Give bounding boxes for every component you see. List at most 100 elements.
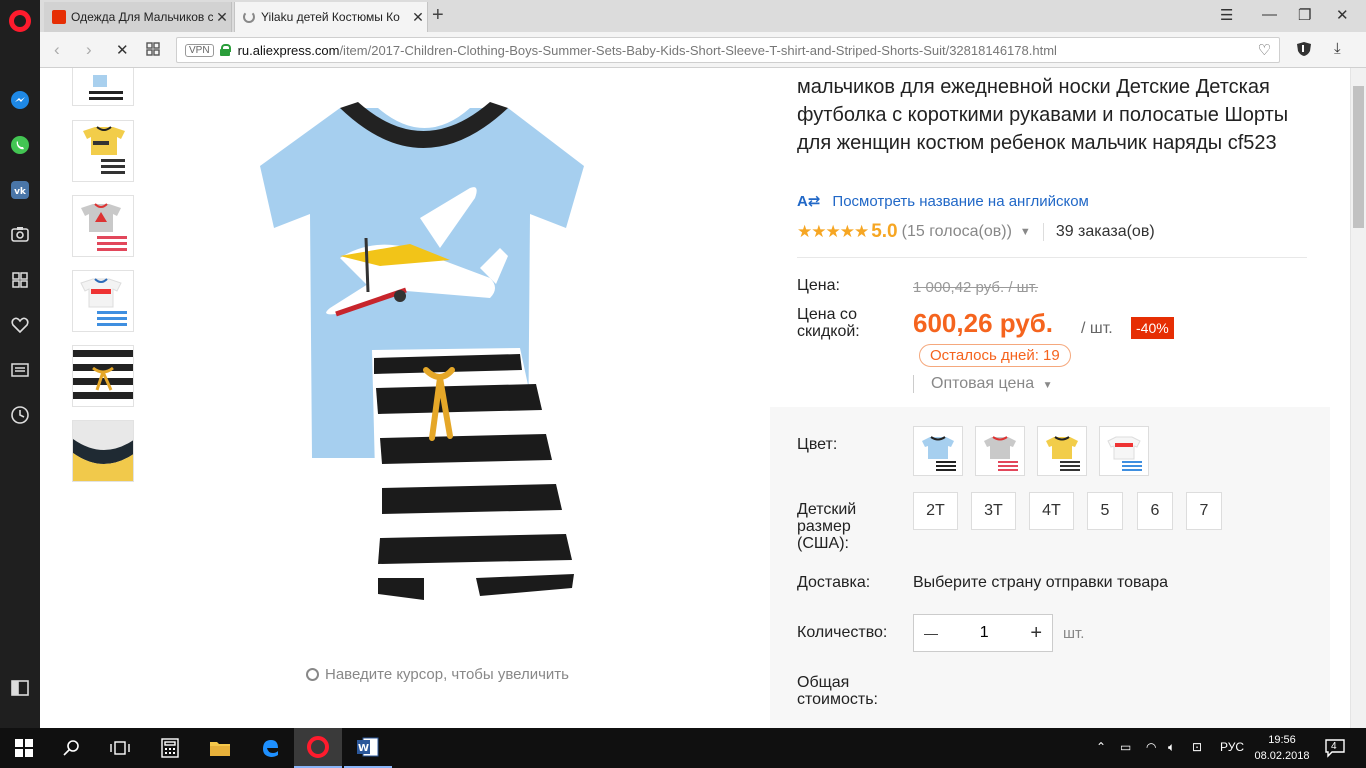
- main-product-image[interactable]: [190, 88, 710, 608]
- product-title: мальчиков для ежедневной носки Детские Д…: [797, 76, 1289, 154]
- rating-row: ★★★★★ 5.0 (15 голоса(ов)) ▼ 39 заказа(ов…: [797, 221, 1155, 243]
- sidebar-toggle-icon[interactable]: [8, 676, 32, 700]
- rating-votes[interactable]: (15 голоса(ов)): [902, 223, 1012, 241]
- edge-icon[interactable]: [246, 728, 294, 768]
- tray-chevron-up-icon[interactable]: ⌃: [1096, 740, 1106, 754]
- heart-icon[interactable]: [8, 313, 32, 337]
- chevron-down-icon[interactable]: ▼: [1020, 226, 1031, 238]
- size-option[interactable]: 2T: [913, 492, 958, 530]
- svg-text:vk: vk: [14, 187, 27, 197]
- opera-icon[interactable]: [9, 10, 31, 32]
- vpn-badge[interactable]: VPN: [185, 43, 214, 57]
- orders-count: 39 заказа(ов): [1042, 223, 1155, 241]
- new-tab-icon[interactable]: +: [432, 4, 444, 27]
- quantity-minus-button[interactable]: —: [924, 625, 938, 641]
- size-option[interactable]: 7: [1186, 492, 1222, 530]
- page-scrollbar[interactable]: [1350, 68, 1366, 728]
- tray-device-icon[interactable]: ▭: [1120, 740, 1131, 754]
- quantity-stepper[interactable]: — 1 +: [913, 614, 1053, 652]
- whatsapp-icon[interactable]: [8, 133, 32, 157]
- rating-value: 5.0: [871, 221, 898, 242]
- discount-price: 600,26 руб.: [913, 308, 1054, 338]
- color-label: Цвет:: [797, 436, 838, 453]
- word-icon-label: W: [358, 743, 369, 754]
- forward-icon[interactable]: ›: [86, 40, 92, 60]
- tab-menu-icon[interactable]: ☰: [1220, 6, 1233, 24]
- search-icon[interactable]: [48, 728, 96, 768]
- file-explorer-icon[interactable]: [196, 728, 244, 768]
- clock[interactable]: 19:56 08.02.2018: [1252, 732, 1312, 764]
- quantity-plus-button[interactable]: +: [1030, 622, 1042, 645]
- old-price: 1 000,42 руб. / шт.: [913, 279, 1039, 296]
- zoom-hint: Наведите курсор, чтобы увеличить: [306, 666, 569, 683]
- calculator-icon[interactable]: [146, 728, 194, 768]
- size-option[interactable]: 3T: [971, 492, 1016, 530]
- word-icon[interactable]: W: [344, 728, 392, 768]
- history-icon[interactable]: [8, 403, 32, 427]
- gallery-thumbnail[interactable]: [72, 195, 134, 257]
- color-option-gray[interactable]: [975, 426, 1025, 476]
- action-icon[interactable]: ⊡: [1192, 740, 1202, 754]
- gallery-thumbnail[interactable]: [72, 420, 134, 482]
- minimize-icon[interactable]: —: [1262, 6, 1277, 23]
- clock-time: 19:56: [1268, 734, 1296, 746]
- price-label: Цена:: [797, 277, 840, 294]
- opera-taskbar-icon[interactable]: [294, 728, 342, 768]
- close-tab-icon[interactable]: ✕: [213, 9, 231, 26]
- loading-spinner-icon: [243, 11, 255, 23]
- days-left-badge: Осталось дней: 19: [919, 344, 1071, 367]
- notifications-count: 4: [1331, 741, 1337, 752]
- language-indicator[interactable]: РУС: [1220, 740, 1244, 754]
- translate-link-text[interactable]: Посмотреть название на английском: [832, 193, 1088, 210]
- tab-bar: Одежда Для Мальчиков с ✕ Yilaku детей Ко…: [40, 0, 1366, 32]
- divider: [797, 257, 1307, 258]
- zoom-hint-text: Наведите курсор, чтобы увеличить: [325, 666, 569, 683]
- gallery-thumbnail[interactable]: [72, 345, 134, 407]
- color-option-yellow[interactable]: [1037, 426, 1087, 476]
- notifications-icon[interactable]: 4: [1324, 738, 1346, 758]
- shipping-select[interactable]: Выберите страну отправки товара: [913, 574, 1168, 592]
- wholesale-price-dropdown[interactable]: Оптовая цена ▼: [913, 375, 1052, 393]
- stop-loading-icon[interactable]: ✕: [116, 41, 129, 59]
- total-price-label: Общая стоимость:: [797, 674, 878, 708]
- size-option[interactable]: 5: [1087, 492, 1123, 530]
- messenger-icon[interactable]: [8, 88, 32, 112]
- gallery-thumbnail[interactable]: [72, 270, 134, 332]
- size-option[interactable]: 4T: [1029, 492, 1074, 530]
- product-info: мальчиков для ежедневной носки Детские Д…: [770, 68, 1350, 728]
- windows-start-icon[interactable]: [0, 728, 48, 768]
- back-icon[interactable]: ‹: [54, 40, 60, 60]
- vk-icon[interactable]: vk: [8, 178, 32, 202]
- bookmark-heart-icon[interactable]: ♡: [1258, 41, 1271, 59]
- url-field[interactable]: VPN ru.aliexpress.com /item/2017-Childre…: [176, 37, 1280, 63]
- speed-dial-icon[interactable]: [8, 268, 32, 292]
- quantity-label: Количество:: [797, 624, 888, 641]
- close-window-icon[interactable]: ✕: [1336, 6, 1349, 24]
- translate-link[interactable]: А⇄ Посмотреть название на английском: [797, 192, 1089, 211]
- download-icon[interactable]: ⤓: [1334, 40, 1341, 57]
- size-label: Детский размер (США):: [797, 501, 857, 552]
- adblock-shield-icon[interactable]: [1296, 41, 1312, 62]
- camera-icon[interactable]: [8, 222, 32, 246]
- wifi-icon[interactable]: ◠: [1146, 740, 1156, 754]
- url-path: /item/2017-Children-Clothing-Boys-Summer…: [339, 42, 1057, 58]
- close-tab-icon[interactable]: ✕: [409, 9, 427, 26]
- task-view-icon[interactable]: [96, 728, 144, 768]
- lock-icon[interactable]: [219, 44, 231, 56]
- volume-icon[interactable]: 🔈︎: [1168, 740, 1175, 755]
- news-icon[interactable]: [8, 358, 32, 382]
- tab-yilaku[interactable]: Yilaku детей Костюмы Ко ✕: [234, 2, 428, 32]
- scrollbar-thumb[interactable]: [1353, 86, 1364, 228]
- color-option-white[interactable]: [1099, 426, 1149, 476]
- tabs-grid-icon[interactable]: [146, 41, 160, 61]
- color-option-blue[interactable]: [913, 426, 963, 476]
- tab-boys-clothing[interactable]: Одежда Для Мальчиков с ✕: [44, 2, 232, 32]
- gallery-thumbnail[interactable]: [72, 68, 134, 106]
- opera-sidebar: vk: [0, 0, 40, 728]
- size-option[interactable]: 6: [1137, 492, 1173, 530]
- gallery-thumbnail[interactable]: [72, 120, 134, 182]
- rating-stars-icon: ★★★★★: [797, 222, 869, 241]
- maximize-icon[interactable]: ❐: [1298, 6, 1311, 24]
- quantity-value[interactable]: 1: [980, 624, 989, 642]
- wholesale-price-label: Оптовая цена: [931, 375, 1035, 392]
